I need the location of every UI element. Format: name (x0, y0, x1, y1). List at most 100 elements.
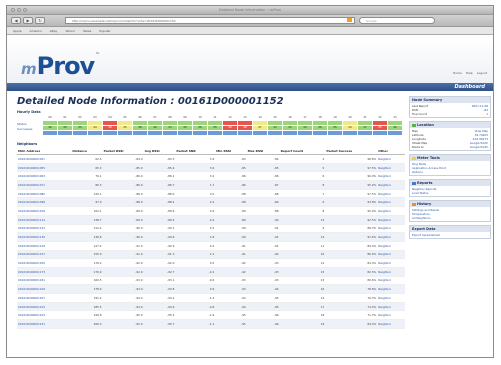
reload-button[interactable]: ↻ (35, 17, 45, 24)
hour-status-cell[interactable] (208, 121, 222, 125)
mac-address-link[interactable]: 00161D000001149 (17, 241, 72, 251)
mac-address-link[interactable]: 00161D000001047 (17, 154, 72, 164)
hour-status-cell[interactable] (133, 121, 147, 125)
bookmark-item[interactable]: Amazon (30, 29, 42, 33)
bookmark-item[interactable]: Popular (99, 29, 110, 33)
rss-icon[interactable] (347, 18, 352, 22)
neighbor-link[interactable]: Neighbor (377, 310, 405, 321)
table-row[interactable]: 00161D000001181 160.5 -93.0 -93.1 -0.6 -93 -93… (17, 276, 405, 286)
hour-success-cell[interactable]: 28 (133, 126, 147, 130)
table-row[interactable]: 00161D000001157 155.0 -91.0 -91.3 2.1 -91 -92 1… (17, 250, 405, 260)
sidebar-link[interactable]: Options (412, 170, 488, 174)
hour-success-cell[interactable]: 26 (148, 126, 162, 130)
bookmark-item[interactable]: News (83, 29, 91, 33)
row-label-successes[interactable]: Successes (17, 127, 41, 132)
hour-success-cell[interactable]: 26 (103, 126, 117, 130)
mac-address-link[interactable]: 00161D000001181 (17, 276, 72, 286)
hour-success-cell[interactable]: 25 (73, 126, 87, 130)
mac-address-link[interactable]: 00161D000001055 (17, 163, 72, 173)
neighbor-link[interactable]: Neighbor (377, 189, 405, 199)
neighbor-link[interactable]: Neighbor (377, 319, 405, 329)
neighbor-link[interactable]: Neighbor (377, 154, 405, 164)
hour-status-cell[interactable] (268, 121, 282, 125)
neighbor-link[interactable]: Neighbor (377, 302, 405, 312)
top-link[interactable]: Home (453, 71, 462, 75)
hour-success-cell[interactable]: 26 (43, 126, 57, 130)
hour-success-cell[interactable]: 26 (193, 126, 207, 130)
table-row[interactable]: 00161D000001055 65.3 -85.0 -85.4 3.6 -85 -85 5 9… (17, 163, 405, 173)
hour-status-cell[interactable] (193, 121, 207, 125)
neighbor-link[interactable]: Neighbor (377, 206, 405, 216)
hour-status-cell[interactable] (73, 121, 87, 125)
mac-address-link[interactable]: 00161D000001207 (17, 293, 72, 303)
breadcrumb[interactable]: Dashboard (455, 84, 486, 90)
neighbor-link[interactable]: Neighbor (377, 293, 405, 303)
hour-status-cell[interactable] (253, 121, 267, 125)
neighbor-link[interactable]: Neighbor (377, 215, 405, 225)
url-bar[interactable]: http://mprov.example.net/mprov/nodeinfo?… (65, 17, 355, 24)
neighbor-link[interactable]: Neighbor (377, 250, 405, 260)
neighbor-link[interactable]: Neighbor (377, 197, 405, 208)
table-row[interactable]: 00161D000001063 70.1 -86.0 -86.1 3.2 -86 -86 6 9… (17, 171, 405, 182)
hour-status-cell[interactable] (43, 121, 57, 125)
bookmark-item[interactable]: Apple (13, 29, 22, 33)
hour-success-cell[interactable]: 24 (88, 126, 102, 130)
neighbor-link[interactable]: Neighbor (377, 241, 405, 251)
hour-status-cell[interactable] (313, 121, 327, 125)
hour-status-cell[interactable] (343, 121, 357, 125)
hour-status-cell[interactable] (103, 121, 117, 125)
hour-success-cell[interactable]: 25 (178, 126, 192, 130)
mprov-logo[interactable]: mProv™ (21, 52, 100, 80)
table-row[interactable]: 00161D000001199 178.0 -93.0 -93.8 0.9 -93 -94 1… (17, 284, 405, 294)
table-row[interactable]: 00161D000001047 62.5 -84.0 -84.3 3.9 -84 -84 4 9… (17, 154, 405, 164)
neighbor-link[interactable]: Neighbor (377, 267, 405, 277)
table-row[interactable]: 00161D000001165 176.2 -92.0 -92.0 0.5 -92 -93 1… (17, 258, 405, 268)
kv-value[interactable]: 1 (486, 112, 488, 116)
hour-success-cell[interactable]: 25 (58, 126, 72, 130)
hour-success-cell[interactable]: 26 (313, 126, 327, 130)
hour-success-cell[interactable]: 26 (223, 126, 237, 130)
hour-success-cell[interactable]: 25 (328, 126, 342, 130)
top-link[interactable]: Logout (477, 71, 487, 75)
mac-address-link[interactable]: 00161D000001063 (17, 171, 72, 182)
table-row[interactable]: 00161D000001080 120.1 -88.0 -88.0 3.0 -88 -88 7… (17, 189, 405, 199)
hour-status-cell[interactable] (223, 121, 237, 125)
bookmark-item[interactable]: eBay (50, 29, 58, 33)
hour-status-cell[interactable] (238, 121, 252, 125)
mac-address-link[interactable]: 00161D000001130 (17, 232, 72, 242)
table-row[interactable]: 00161D000001098 97.0 -88.0 -88.2 2.4 -88 -89 6 9… (17, 197, 405, 208)
hour-success-cell[interactable]: 27 (358, 126, 372, 130)
top-link[interactable]: Help (466, 71, 473, 75)
hour-status-cell[interactable] (58, 121, 72, 125)
table-row[interactable]: 00161D000001122 112.4 -90.0 -90.1 2.5 -90 -91 9… (17, 224, 405, 234)
mac-address-link[interactable]: 00161D000001231 (17, 319, 72, 329)
hour-success-cell[interactable]: 23 (163, 126, 177, 130)
neighbor-link[interactable]: Neighbor (377, 171, 405, 182)
neighbor-link[interactable]: Neighbor (377, 232, 405, 242)
table-row[interactable]: 00161D000001215 185.5 -94.0 -94.6 -0.8 -94 -95… (17, 302, 405, 312)
hour-status-cell[interactable] (88, 121, 102, 125)
table-row[interactable]: 00161D000001149 127.2 -91.0 -90.9 0.4 -91 -91 1… (17, 241, 405, 251)
hour-status-cell[interactable] (283, 121, 297, 125)
mac-address-link[interactable]: 00161D000001157 (17, 250, 72, 260)
mac-address-link[interactable]: 00161D000001215 (17, 302, 72, 312)
neighbor-link[interactable]: Neighbor (377, 276, 405, 286)
sidebar-link[interactable]: All Neighbors (412, 216, 488, 220)
hour-success-cell[interactable]: 25 (208, 126, 222, 130)
hour-success-cell[interactable]: 28 (238, 126, 252, 130)
hour-success-cell[interactable]: 25 (118, 126, 132, 130)
neighbor-link[interactable]: Neighbor (377, 284, 405, 294)
table-row[interactable]: 00161D000001173 170.9 -92.0 -92.7 -0.1 -92 -93… (17, 267, 405, 277)
hour-success-cell[interactable]: 25 (283, 126, 297, 130)
hour-status-cell[interactable] (328, 121, 342, 125)
mac-address-link[interactable]: 00161D000001173 (17, 267, 72, 277)
neighbor-link[interactable]: Neighbor (377, 163, 405, 173)
mac-address-link[interactable]: 00161D000001098 (17, 197, 72, 208)
mac-address-link[interactable]: 00161D000001114 (17, 215, 72, 225)
hour-success-cell[interactable]: 24 (298, 126, 312, 130)
hour-success-cell[interactable]: 27 (253, 126, 267, 130)
neighbor-link[interactable]: Neighbor (377, 258, 405, 268)
bookmark-item[interactable]: Yahoo! (65, 29, 75, 33)
hour-status-cell[interactable] (373, 121, 387, 125)
mac-address-link[interactable]: 00161D000001071 (17, 180, 72, 190)
